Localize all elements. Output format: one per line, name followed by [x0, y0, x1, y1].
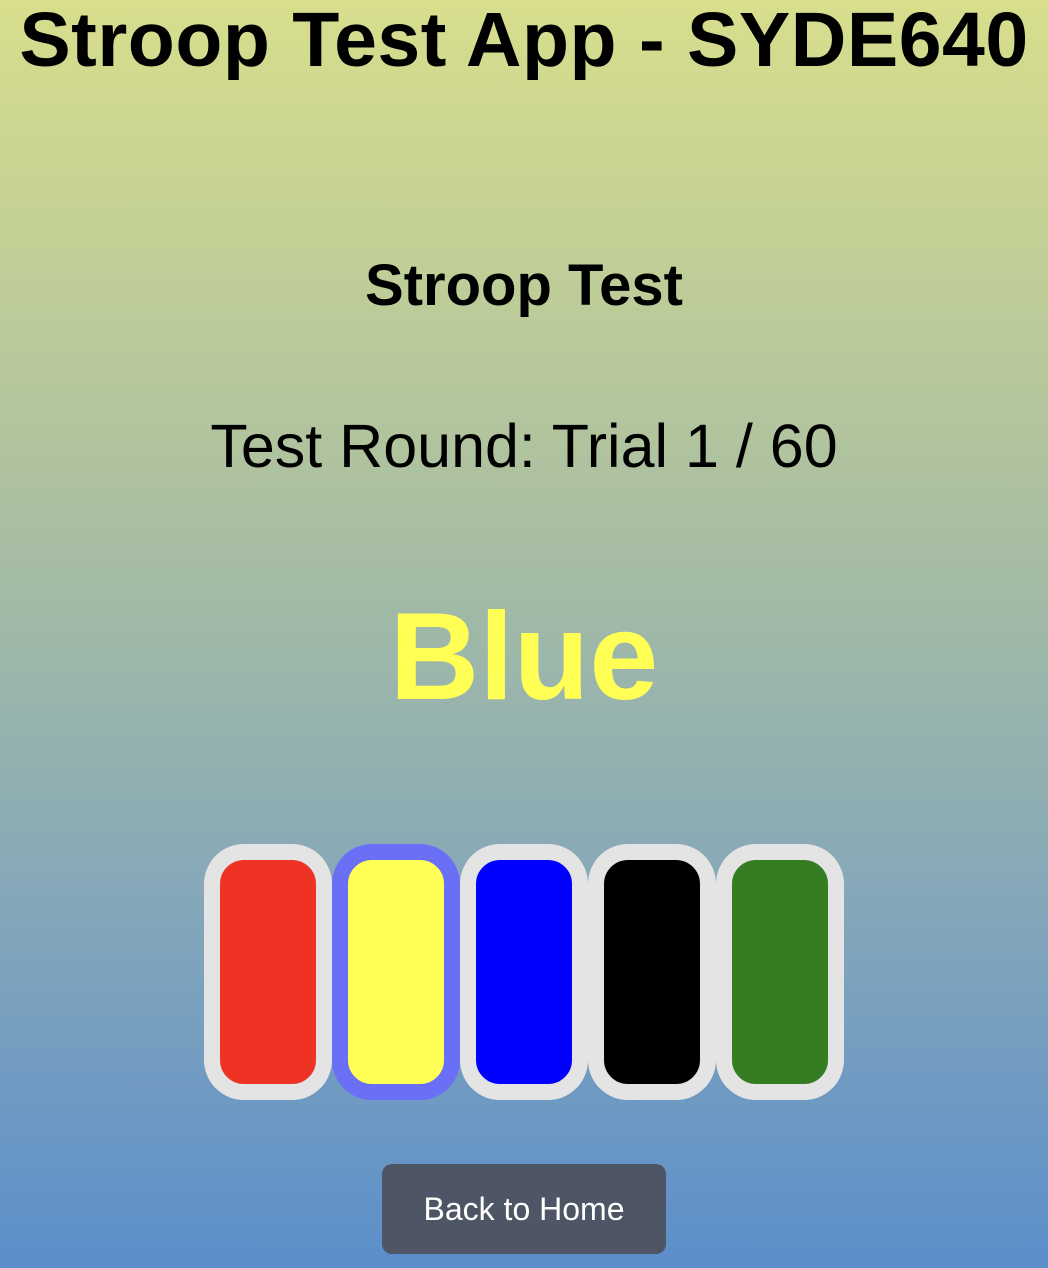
app-title: Stroop Test App - SYDE640	[19, 0, 1029, 80]
test-title: Stroop Test	[365, 253, 683, 318]
trial-counter: Test Round: Trial 1 / 60	[210, 412, 838, 480]
color-choice-blue[interactable]	[460, 844, 588, 1100]
color-choice-green[interactable]	[716, 844, 844, 1100]
color-choices	[204, 844, 844, 1100]
color-choice-black[interactable]	[588, 844, 716, 1100]
color-choice-yellow[interactable]	[332, 844, 460, 1100]
back-to-home-button[interactable]: Back to Home	[382, 1164, 666, 1254]
color-choice-red[interactable]	[204, 844, 332, 1100]
stimulus-word: Blue	[389, 588, 659, 726]
